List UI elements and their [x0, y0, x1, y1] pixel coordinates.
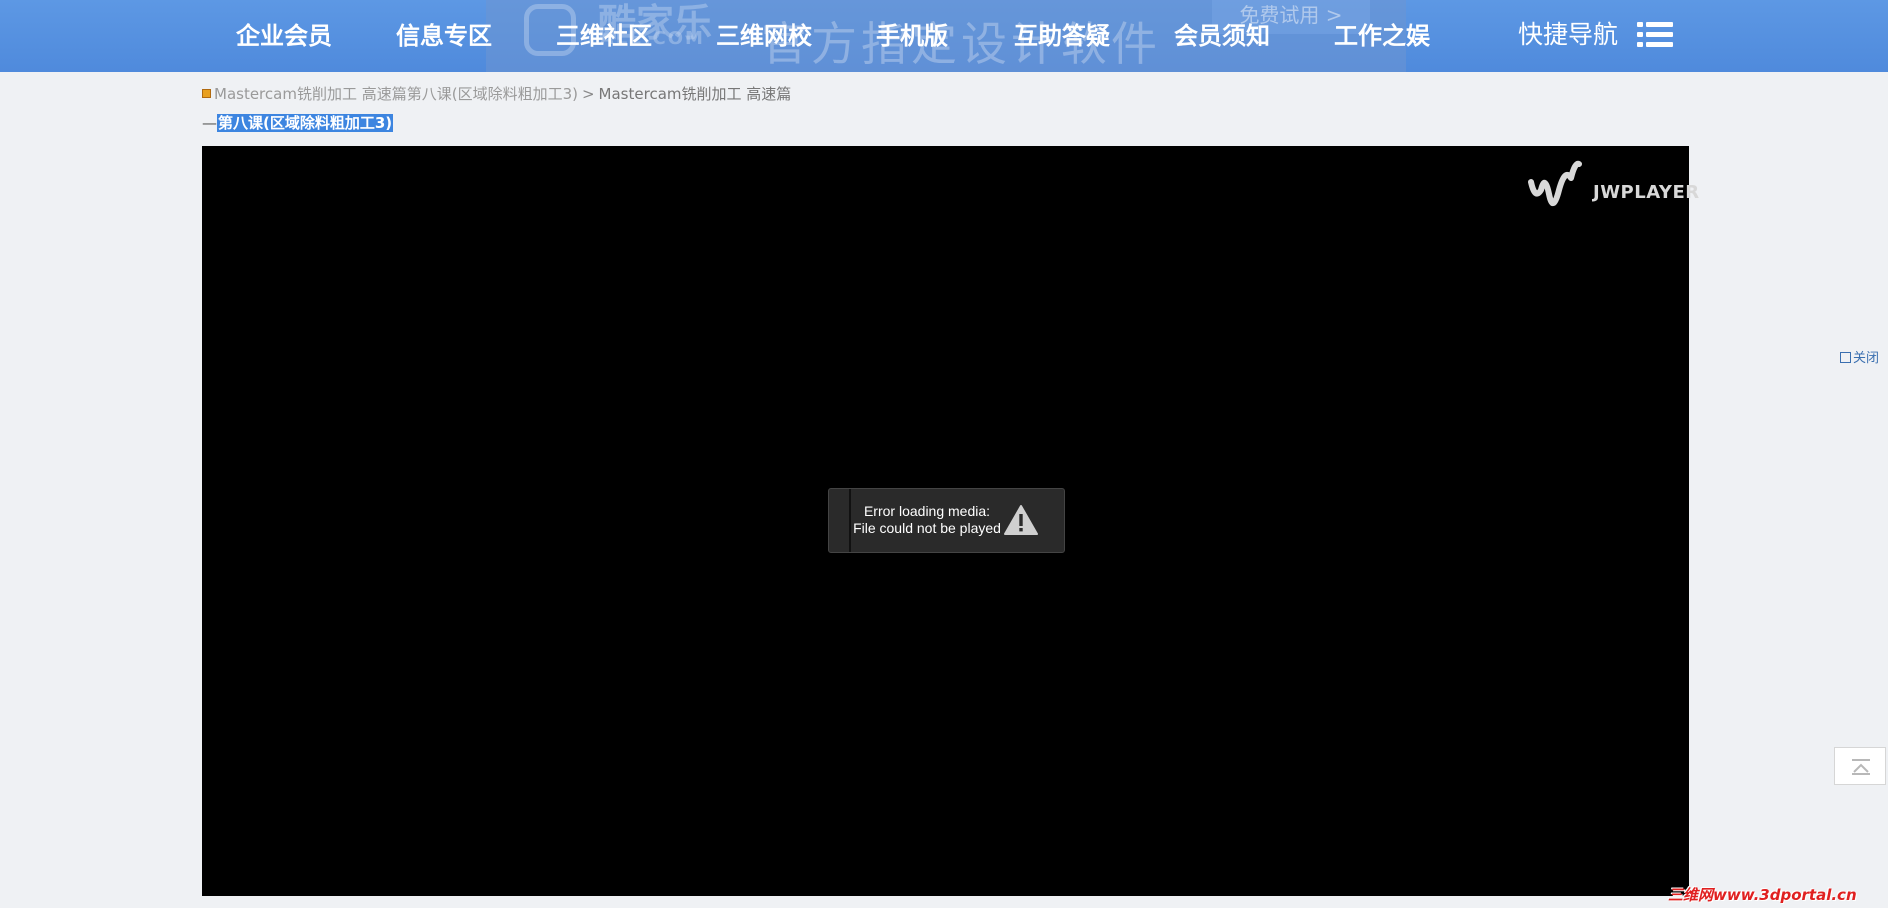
breadcrumb-current: Mastercam铣削加工 高速篇	[598, 85, 792, 103]
jwplayer-wave-icon	[1528, 160, 1582, 206]
media-error-message: Error loading media: File could not be p…	[828, 488, 1065, 553]
nav-items: 企业会员 信息专区 三维社区 三维网校 手机版 互助答疑 会员须知 工作之娱 快…	[0, 0, 1888, 72]
breadcrumb: Mastercam铣削加工 高速篇第八课(区域除料粗加工3) > Mastercam…	[202, 84, 1702, 104]
quick-nav-link[interactable]: 快捷导航	[1518, 18, 1618, 52]
nav-item-enterprise-member[interactable]: 企业会员	[236, 20, 332, 52]
nav-item-member-notice[interactable]: 会员须知	[1174, 20, 1270, 52]
video-player[interactable]: JWPLAYER Error loading media: File could…	[202, 146, 1699, 896]
nav-item-3d-community[interactable]: 三维社区	[556, 20, 652, 52]
breadcrumb-separator: >	[581, 85, 595, 103]
close-ad-link[interactable]: 关闭	[1840, 347, 1879, 366]
menu-list-icon[interactable]	[1637, 22, 1673, 48]
error-line-2: File could not be played	[853, 520, 1001, 536]
nav-item-3d-school[interactable]: 三维网校	[716, 20, 812, 52]
error-line-1: Error loading media:	[863, 503, 991, 519]
nav-item-mobile[interactable]: 手机版	[876, 20, 948, 52]
subtitle-dash: —	[202, 114, 217, 132]
breadcrumb-bullet-icon	[202, 89, 211, 98]
jwplayer-brand-text: JWPLAYER	[1593, 182, 1700, 203]
jwplayer-logo[interactable]: JWPLAYER	[1527, 160, 1699, 216]
close-icon	[1840, 352, 1851, 363]
error-text: Error loading media: File could not be p…	[851, 503, 1003, 537]
back-to-top-button[interactable]	[1834, 747, 1886, 785]
nav-item-qa[interactable]: 互助答疑	[1014, 20, 1110, 52]
page-subtitle: —第八课(区域除料粗加工3)	[202, 113, 394, 133]
top-navigation-bar: 酷家乐 ALE.COM 官方指定设计软件 免费试用 > 企业会员 信息专区 三维…	[0, 0, 1888, 72]
nav-item-info-zone[interactable]: 信息专区	[396, 20, 492, 52]
nav-item-work-fun[interactable]: 工作之娱	[1334, 20, 1430, 52]
subtitle-selected-text: 第八课(区域除料粗加工3)	[217, 114, 394, 132]
back-to-top-icon	[1852, 759, 1870, 775]
close-label: 关闭	[1853, 351, 1880, 366]
warning-icon	[1004, 505, 1038, 535]
breadcrumb-link-lesson[interactable]: Mastercam铣削加工 高速篇第八课(区域除料粗加工3)	[214, 85, 578, 103]
site-watermark: 三维网www.3dportal.cn	[1668, 886, 1857, 904]
